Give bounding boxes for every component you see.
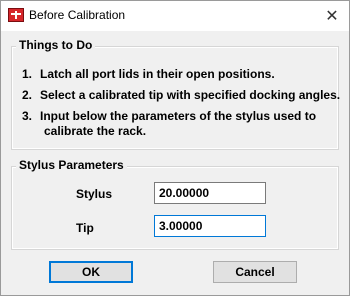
stylus-label: Stylus bbox=[76, 187, 113, 201]
app-icon bbox=[8, 8, 24, 22]
window-title: Before Calibration bbox=[29, 8, 126, 22]
todo-number: 2. bbox=[22, 88, 33, 102]
todo-number: 3. bbox=[22, 109, 33, 123]
todo-text: Input below the parameters of the stylus… bbox=[40, 109, 317, 123]
todo-text: Latch all port lids in their open positi… bbox=[40, 67, 275, 81]
todo-item-2: 2. Select a calibrated tip with specified… bbox=[22, 88, 340, 102]
title-bar: Before Calibration ✕ bbox=[1, 1, 349, 31]
things-to-do-group: Things to Do 1. Latch all port lids in th… bbox=[11, 38, 340, 150]
stylus-input[interactable] bbox=[154, 182, 266, 204]
stylus-parameters-group: Stylus Parameters Stylus Tip bbox=[11, 158, 339, 250]
close-icon[interactable]: ✕ bbox=[315, 1, 349, 31]
tip-label: Tip bbox=[76, 221, 94, 235]
cancel-button[interactable]: Cancel bbox=[213, 261, 297, 283]
stylus-parameters-title: Stylus Parameters bbox=[16, 158, 127, 172]
todo-text-continued: calibrate the rack. bbox=[44, 124, 147, 138]
dialog-window: Before Calibration ✕ Things to Do 1. Latc… bbox=[0, 0, 350, 296]
todo-item-1: 1. Latch all port lids in their open posi… bbox=[22, 67, 275, 81]
tip-input[interactable] bbox=[154, 215, 266, 237]
todo-item-3: 3. Input below the parameters of the styl… bbox=[22, 109, 317, 138]
todo-number: 1. bbox=[22, 67, 33, 81]
things-to-do-title: Things to Do bbox=[16, 38, 96, 52]
ok-button[interactable]: OK bbox=[49, 261, 133, 283]
todo-text: Select a calibrated tip with specified d… bbox=[40, 88, 341, 102]
